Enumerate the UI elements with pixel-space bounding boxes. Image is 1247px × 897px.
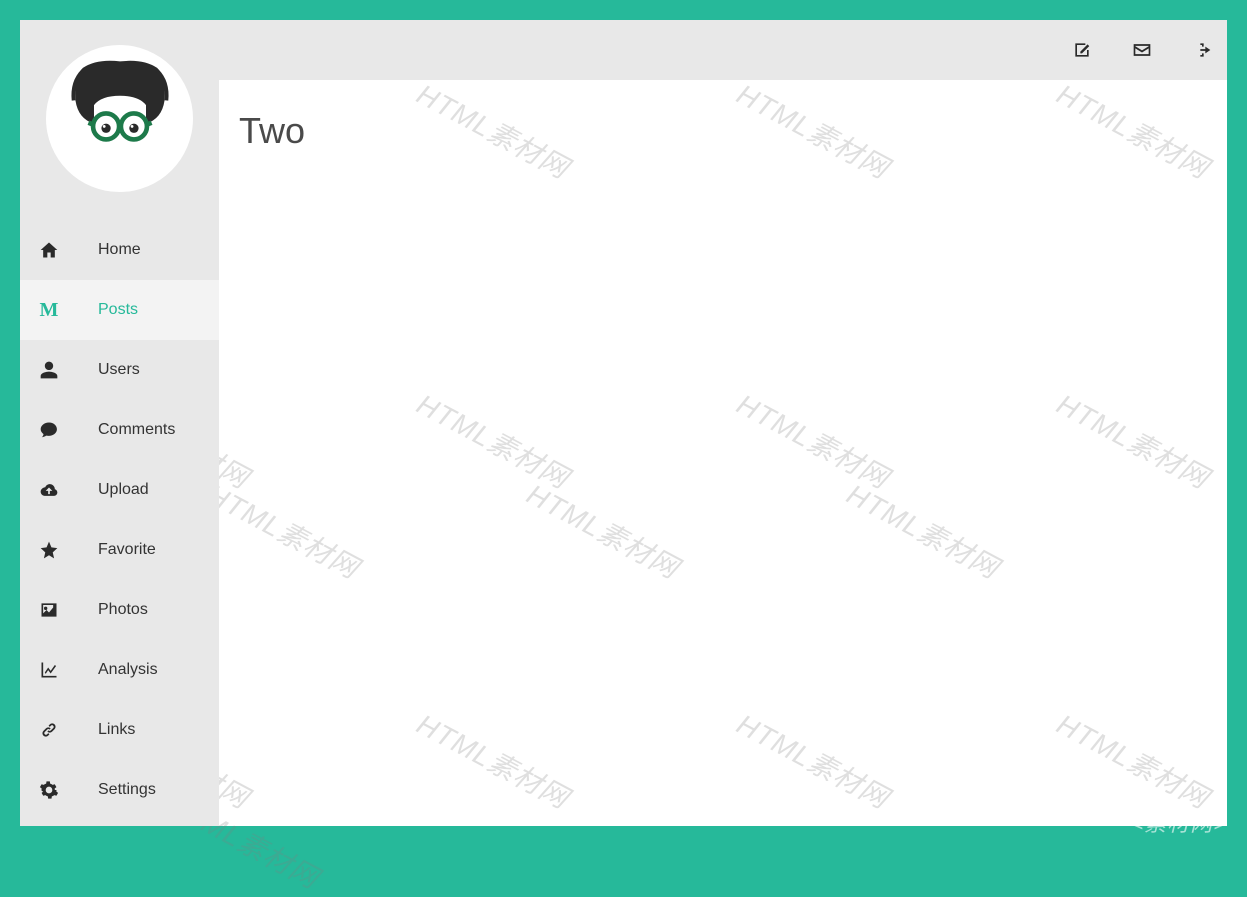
medium-icon: M <box>38 299 60 321</box>
sign-out-icon[interactable] <box>1192 40 1212 60</box>
sidebar-item-favorite[interactable]: Favorite <box>20 520 219 580</box>
page-title: Two <box>239 110 1207 152</box>
envelope-icon[interactable] <box>1132 40 1152 60</box>
main: Two <box>219 20 1227 826</box>
sidebar-item-label: Users <box>98 361 140 379</box>
sidebar-item-upload[interactable]: Upload <box>20 460 219 520</box>
avatar-image <box>55 54 185 184</box>
user-icon <box>38 359 60 381</box>
sidebar-item-label: Links <box>98 721 135 739</box>
gear-icon <box>38 779 60 801</box>
sidebar-item-posts[interactable]: M Posts <box>20 280 219 340</box>
sidebar-item-label: Comments <box>98 421 175 439</box>
content: Two <box>219 80 1227 826</box>
footer-watermark: <素材网> <box>1130 806 1227 838</box>
sidebar-item-label: Photos <box>98 601 148 619</box>
sidebar: Home M Posts Users Comments <box>20 20 219 826</box>
cloud-upload-icon <box>38 479 60 501</box>
sidebar-item-label: Posts <box>98 301 138 319</box>
link-icon <box>38 719 60 741</box>
star-icon <box>38 539 60 561</box>
home-icon <box>38 239 60 261</box>
sidebar-item-home[interactable]: Home <box>20 220 219 280</box>
sidebar-item-label: Analysis <box>98 661 158 679</box>
sidebar-item-users[interactable]: Users <box>20 340 219 400</box>
topbar <box>219 20 1227 80</box>
comment-icon <box>38 419 60 441</box>
sidebar-item-label: Settings <box>98 781 156 799</box>
sidebar-item-analysis[interactable]: Analysis <box>20 640 219 700</box>
sidebar-item-comments[interactable]: Comments <box>20 400 219 460</box>
sidebar-item-label: Home <box>98 241 141 259</box>
nav-list: Home M Posts Users Comments <box>20 220 219 820</box>
sidebar-item-links[interactable]: Links <box>20 700 219 760</box>
avatar-wrapper <box>20 20 219 202</box>
sidebar-item-photos[interactable]: Photos <box>20 580 219 640</box>
chart-icon <box>38 659 60 681</box>
sidebar-item-label: Upload <box>98 481 149 499</box>
sidebar-item-settings[interactable]: Settings <box>20 760 219 820</box>
app-container: Home M Posts Users Comments <box>20 20 1227 826</box>
picture-icon <box>38 599 60 621</box>
sidebar-item-label: Favorite <box>98 541 156 559</box>
avatar[interactable] <box>46 45 193 192</box>
edit-icon[interactable] <box>1072 40 1092 60</box>
